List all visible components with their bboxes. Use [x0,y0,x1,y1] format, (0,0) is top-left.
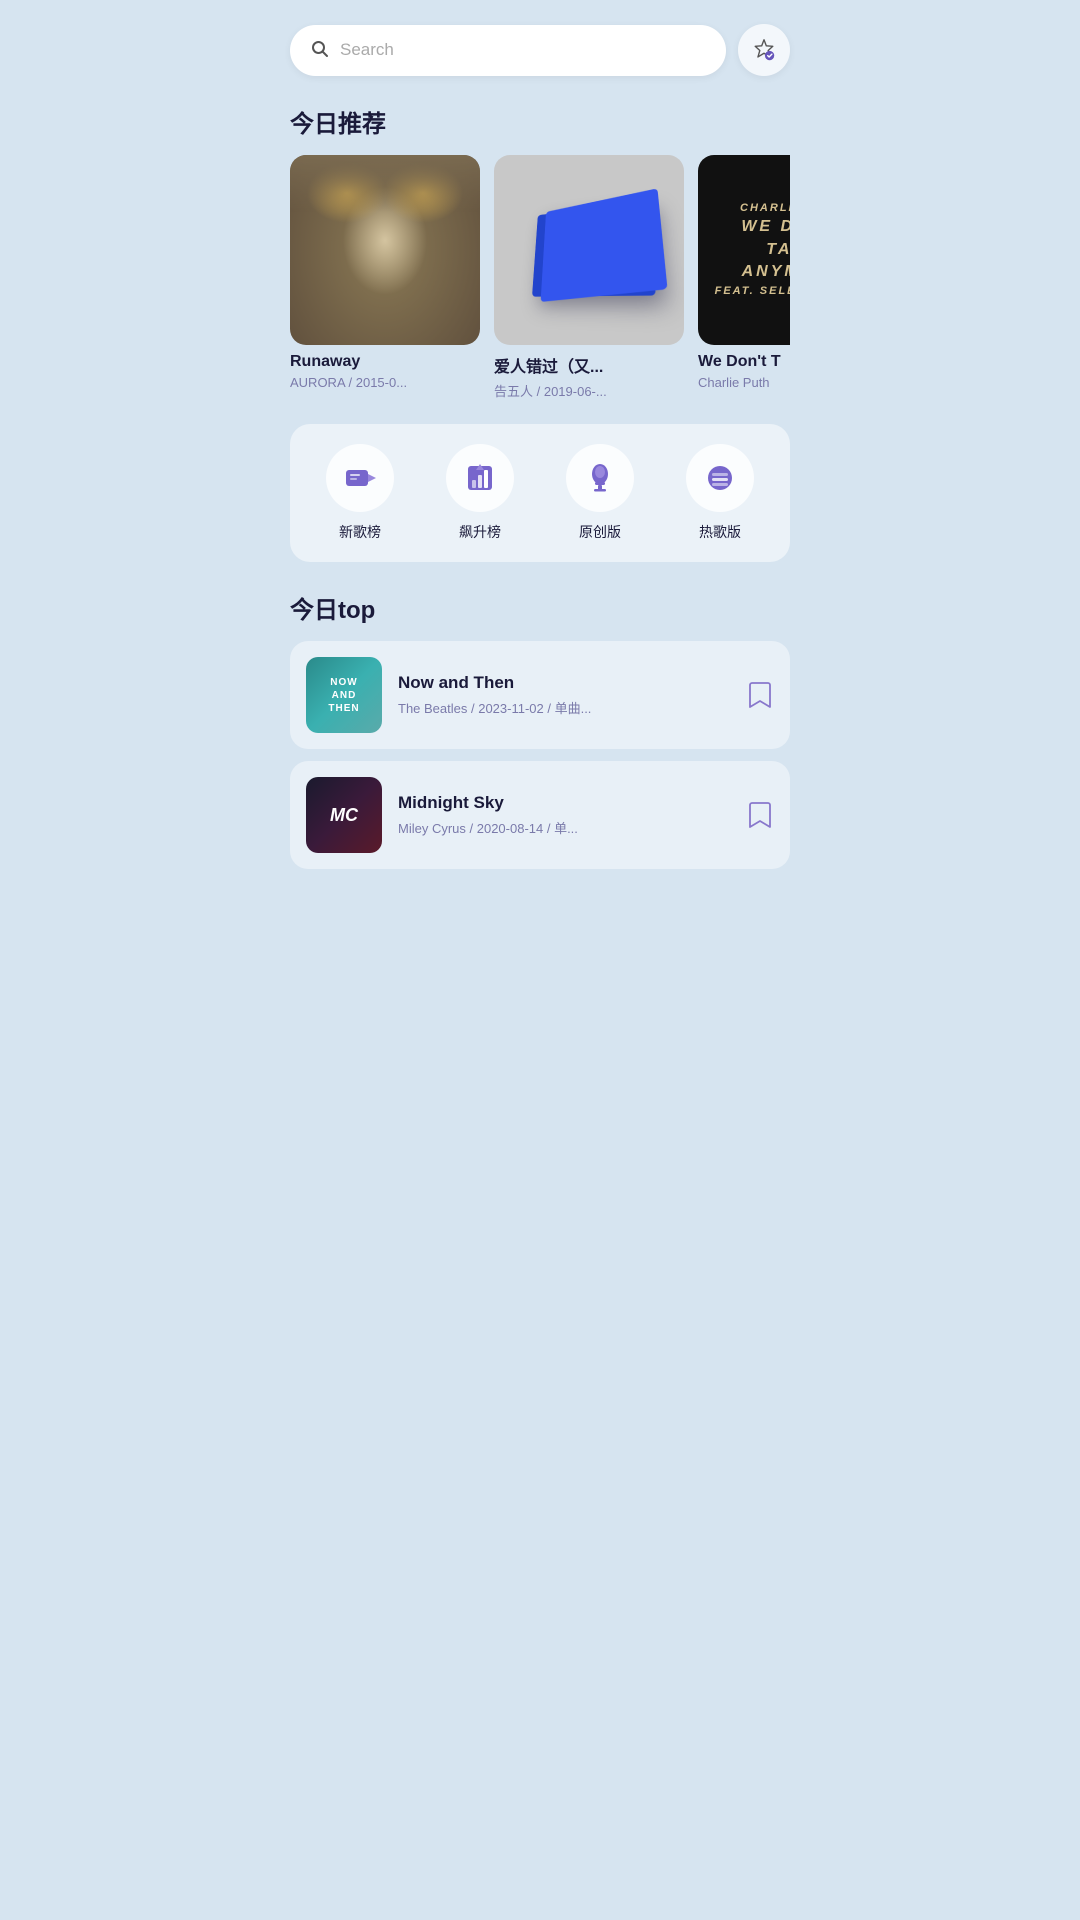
top-song-name-miley: Midnight Sky [398,793,730,813]
album-meta-charlie: Charlie Puth [698,375,790,390]
album-cover-blue [494,155,684,345]
chart-label-new: 新歌榜 [339,522,381,542]
top-cover-miley: MC [306,777,382,853]
today-top-title: 今日top [290,590,790,625]
album-name-aurora: Runaway [290,353,480,371]
chart-label-hot: 热歌版 [699,522,741,542]
album-card-charlie[interactable]: CHARLIE PUTH WE DON'TTALKANYMORE FEAT. S… [698,155,790,400]
chart-item-rising[interactable]: 飙升榜 [445,444,515,542]
chart-item-new[interactable]: 新歌榜 [325,444,395,542]
today-recommended-section: 今日推荐 Runaway AURORA / 2015-0... 爱人错过（又..… [290,104,790,400]
album-card-blue[interactable]: 爱人错过（又... 告五人 / 2019-06-... [494,155,684,400]
chart-item-hot[interactable]: 热歌版 [685,444,755,542]
top-song-meta-beatles: The Beatles / 2023-11-02 / 单曲... [398,698,730,717]
search-row: Search [290,24,790,76]
top-card-miley[interactable]: MC Midnight Sky Miley Cyrus / 2020-08-14… [290,761,790,869]
album-cover-charlie: CHARLIE PUTH WE DON'TTALKANYMORE FEAT. S… [698,155,790,345]
bookmark-icon-beatles[interactable] [746,681,774,709]
chart-icon-new-wrap [326,444,394,512]
today-recommended-title: 今日推荐 [290,104,790,139]
star-button[interactable] [738,24,790,76]
chart-icon-rising-wrap [446,444,514,512]
chart-icon-original-wrap [566,444,634,512]
today-top-section: 今日top NOWANDTHEN Now and Then The Beatle… [290,590,790,869]
charlie-text-decoration: CHARLIE PUTH WE DON'TTALKANYMORE FEAT. S… [715,201,790,299]
album-name-blue: 爱人错过（又... [494,353,684,377]
top-info-miley: Midnight Sky Miley Cyrus / 2020-08-14 / … [398,793,730,837]
album-meta-aurora: AURORA / 2015-0... [290,375,480,390]
charts-panel: 新歌榜 飙升榜 原创版 [290,424,790,562]
search-icon [310,39,330,62]
top-cover-beatles: NOWANDTHEN [306,657,382,733]
miley-cover-text: MC [330,805,358,826]
album-meta-blue: 告五人 / 2019-06-... [494,381,684,400]
search-bar[interactable]: Search [290,25,726,76]
top-info-beatles: Now and Then The Beatles / 2023-11-02 / … [398,673,730,717]
chart-icon-hot-wrap [686,444,754,512]
chart-item-original[interactable]: 原创版 [565,444,635,542]
aurora-face-decoration [290,155,480,345]
top-song-meta-miley: Miley Cyrus / 2020-08-14 / 单... [398,818,730,837]
blue-box-decoration [532,202,656,297]
bookmark-icon-miley[interactable] [746,801,774,829]
album-carousel: Runaway AURORA / 2015-0... 爱人错过（又... 告五人… [290,155,790,400]
album-cover-aurora [290,155,480,345]
top-card-beatles[interactable]: NOWANDTHEN Now and Then The Beatles / 20… [290,641,790,749]
album-name-charlie: We Don't T [698,353,790,371]
chart-label-original: 原创版 [579,522,621,542]
beatles-cover-text: NOWANDTHEN [328,676,359,715]
album-card-aurora[interactable]: Runaway AURORA / 2015-0... [290,155,480,400]
top-song-name-beatles: Now and Then [398,673,730,693]
search-placeholder-text: Search [340,40,394,60]
chart-label-rising: 飙升榜 [459,522,501,542]
